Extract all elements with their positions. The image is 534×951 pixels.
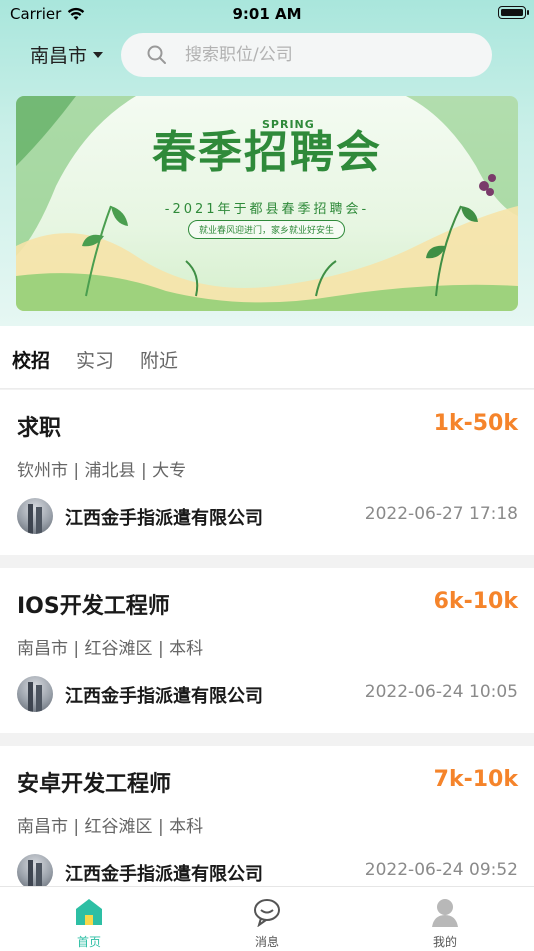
city-label: 南昌市 <box>30 45 88 67</box>
tabbar-messages-label: 消息 <box>254 935 279 949</box>
header-area: Carrier 9:01 AM 南昌市 搜索职位/公司 春季招聘会 SPRING… <box>0 0 534 326</box>
company-name: 江西金手指派遣有限公司 <box>65 864 263 885</box>
search-icon <box>147 45 166 64</box>
tab-campus[interactable]: 校招 <box>12 346 50 373</box>
company-name: 江西金手指派遣有限公司 <box>65 508 263 529</box>
banner-slogan: 就业春风迎进门，家乡就业好安生 <box>188 220 346 239</box>
tabbar-home[interactable]: 首页 <box>0 887 178 951</box>
status-bar: Carrier 9:01 AM <box>0 0 534 28</box>
post-date: 2022-06-24 09:52 <box>364 860 518 880</box>
company-avatar <box>17 498 53 534</box>
job-title: IOS开发工程师 <box>17 594 170 619</box>
tab-internship[interactable]: 实习 <box>76 346 114 373</box>
job-salary: 6k-10k <box>433 589 518 614</box>
job-title: 安卓开发工程师 <box>17 772 172 797</box>
tabbar-profile-label: 我的 <box>432 935 457 949</box>
tab-nearby[interactable]: 附近 <box>140 346 178 373</box>
profile-icon <box>432 899 458 927</box>
job-card[interactable]: IOS开发工程师 6k-10k 南昌市 | 红谷滩区 | 本科 江西金手指派遣有… <box>0 568 534 733</box>
post-date: 2022-06-24 10:05 <box>364 682 518 702</box>
job-location: 南昌市 | 红谷滩区 | 本科 <box>17 817 204 837</box>
search-input[interactable] <box>183 44 467 66</box>
job-card[interactable]: 求职 1k-50k 钦州市 | 浦北县 | 大专 江西金手指派遣有限公司 202… <box>0 390 534 555</box>
tabbar-messages[interactable]: 消息 <box>178 887 356 951</box>
job-salary: 1k-50k <box>433 411 518 436</box>
city-selector[interactable]: 南昌市 <box>30 41 104 68</box>
post-date: 2022-06-27 17:18 <box>364 504 518 524</box>
search-bar[interactable] <box>121 33 492 77</box>
category-tabs: 校招 实习 附近 <box>0 326 534 389</box>
company-avatar <box>17 854 53 890</box>
company-avatar <box>17 676 53 712</box>
job-salary: 7k-10k <box>433 767 518 792</box>
job-location: 钦州市 | 浦北县 | 大专 <box>17 461 187 481</box>
job-location: 南昌市 | 红谷滩区 | 本科 <box>17 639 204 659</box>
tabbar-home-label: 首页 <box>76 935 101 949</box>
status-time: 9:01 AM <box>232 5 302 23</box>
job-title: 求职 <box>17 416 62 441</box>
bottom-tab-bar: 首页 消息 我的 <box>0 886 534 951</box>
company-name: 江西金手指派遣有限公司 <box>65 686 263 707</box>
caret-down-icon <box>93 51 104 58</box>
battery-icon <box>498 6 529 19</box>
promo-banner[interactable]: 春季招聘会 SPRING -2021年于都县春季招聘会- 就业春风迎进门，家乡就… <box>16 96 518 311</box>
home-icon <box>76 899 102 925</box>
tabbar-profile[interactable]: 我的 <box>356 887 534 951</box>
message-icon <box>254 899 280 927</box>
banner-subtitle: -2021年于都县春季招聘会- <box>164 202 370 217</box>
banner-spring: SPRING <box>262 118 315 131</box>
